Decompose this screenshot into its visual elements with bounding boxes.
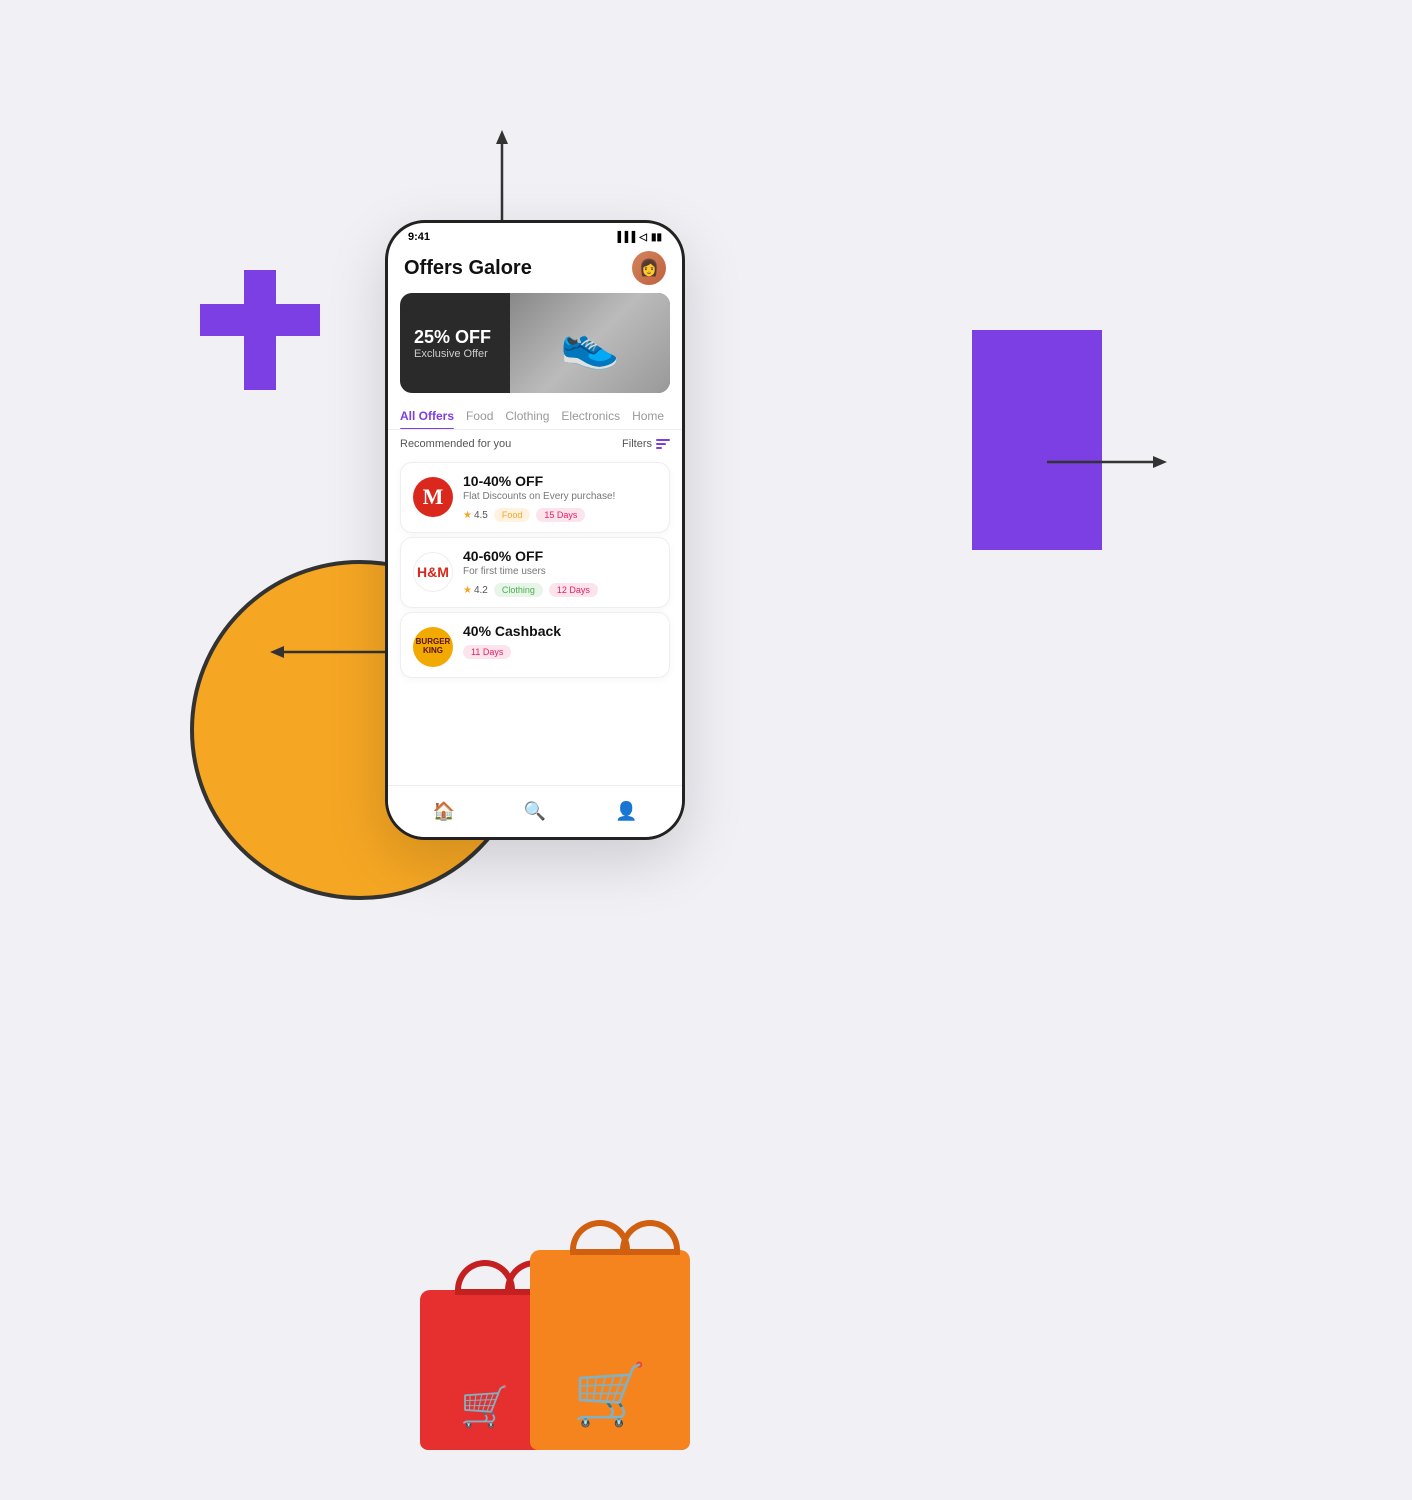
bag-orange: 🛒 <box>530 1250 690 1450</box>
rating-2: ★ 4.2 <box>463 585 488 596</box>
nav-profile[interactable]: 👤 <box>603 797 649 826</box>
page-title: Offers Galore <box>404 257 532 280</box>
battery-icon: ▮▮ <box>651 232 662 243</box>
offer-desc-2: For first time users <box>463 566 657 577</box>
arrow-right-icon <box>1047 450 1167 479</box>
search-icon: 🔍 <box>524 801 546 822</box>
offer-info-3: 40% Cashback 11 Days <box>463 623 657 659</box>
days-tag-1: 15 Days <box>536 508 585 522</box>
tab-home[interactable]: Home <box>632 403 664 429</box>
days-tag-2: 12 Days <box>549 583 598 597</box>
offer-tags-2: ★ 4.2 Clothing 12 Days <box>463 583 657 597</box>
app-header: Offers Galore 👩 <box>388 247 682 293</box>
bag-red-cart-icon: 🛒 <box>460 1383 510 1430</box>
offer-discount-2: 40-60% OFF <box>463 548 657 564</box>
star-icon-2: ★ <box>463 585 472 596</box>
mcdonalds-symbol: M <box>423 484 444 510</box>
phone-mockup: 9:41 ▐▐▐ ◁ ▮▮ Offers Galore 👩 25% OFF Ex… <box>385 220 685 840</box>
bag-orange-cart-icon: 🛒 <box>573 1359 648 1430</box>
offer-discount-3: 40% Cashback <box>463 623 657 639</box>
offer-card-mcdonalds[interactable]: M 10-40% OFF Flat Discounts on Every pur… <box>400 462 670 533</box>
shopping-bags: 🛒 🛒 <box>420 1250 690 1450</box>
hm-logo: H&M <box>413 552 453 592</box>
avatar-emoji: 👩 <box>639 258 659 278</box>
avatar[interactable]: 👩 <box>632 251 666 285</box>
offer-info-1: 10-40% OFF Flat Discounts on Every purch… <box>463 473 657 522</box>
status-icons: ▐▐▐ ◁ ▮▮ <box>614 232 662 243</box>
star-icon-1: ★ <box>463 510 472 521</box>
filter-button[interactable]: Filters <box>622 438 670 450</box>
tab-clothing[interactable]: Clothing <box>505 403 549 429</box>
tab-food[interactable]: Food <box>466 403 493 429</box>
filter-label-text: Filters <box>622 438 652 450</box>
category-tag-2: Clothing <box>494 583 543 597</box>
filter-icon <box>656 439 670 449</box>
home-icon: 🏠 <box>432 801 454 822</box>
offer-tags-3: 11 Days <box>463 645 657 659</box>
banner-subtitle: Exclusive Offer <box>414 348 491 360</box>
hm-symbol: H&M <box>417 564 449 580</box>
shoe-emoji: 👟 <box>560 315 620 372</box>
wifi-icon: ◁ <box>639 232 647 243</box>
banner-discount: 25% OFF <box>414 327 491 348</box>
rating-value-2: 4.2 <box>474 585 488 596</box>
phone-frame: 9:41 ▐▐▐ ◁ ▮▮ Offers Galore 👩 25% OFF Ex… <box>385 220 685 840</box>
offer-discount-1: 10-40% OFF <box>463 473 657 489</box>
banner-image: 👟 <box>510 293 670 393</box>
banner-text: 25% OFF Exclusive Offer <box>400 315 505 372</box>
tab-all-offers[interactable]: All Offers <box>400 403 454 429</box>
rating-1: ★ 4.5 <box>463 510 488 521</box>
nav-search[interactable]: 🔍 <box>512 797 558 826</box>
recommended-label: Recommended for you <box>400 438 511 450</box>
offer-card-bk[interactable]: BURGERKING 40% Cashback 11 Days <box>400 612 670 678</box>
profile-icon: 👤 <box>615 801 637 822</box>
status-bar: 9:41 ▐▐▐ ◁ ▮▮ <box>388 223 682 247</box>
offer-card-hm[interactable]: H&M 40-60% OFF For first time users ★ 4.… <box>400 537 670 608</box>
nav-home[interactable]: 🏠 <box>420 797 466 826</box>
promo-banner[interactable]: 25% OFF Exclusive Offer 👟 <box>400 293 670 393</box>
offer-desc-1: Flat Discounts on Every purchase! <box>463 491 657 502</box>
status-time: 9:41 <box>408 231 430 243</box>
offer-info-2: 40-60% OFF For first time users ★ 4.2 Cl… <box>463 548 657 597</box>
offer-tags-1: ★ 4.5 Food 15 Days <box>463 508 657 522</box>
bk-logo: BURGERKING <box>413 627 453 667</box>
filter-row: Recommended for you Filters <box>388 430 682 458</box>
category-tabs: All Offers Food Clothing Electronics Hom… <box>388 403 682 430</box>
days-tag-3: 11 Days <box>463 645 511 659</box>
bottom-navigation: 🏠 🔍 👤 <box>388 785 682 837</box>
signal-icon: ▐▐▐ <box>614 232 635 243</box>
rating-value-1: 4.5 <box>474 510 488 521</box>
decorative-rectangle <box>972 330 1102 550</box>
bk-symbol: BURGERKING <box>416 638 451 656</box>
mcdonalds-logo: M <box>413 477 453 517</box>
bag-orange-handle-2 <box>620 1220 680 1255</box>
category-tag-1: Food <box>494 508 531 522</box>
tab-electronics[interactable]: Electronics <box>561 403 620 429</box>
arrow-left-icon <box>270 640 390 669</box>
